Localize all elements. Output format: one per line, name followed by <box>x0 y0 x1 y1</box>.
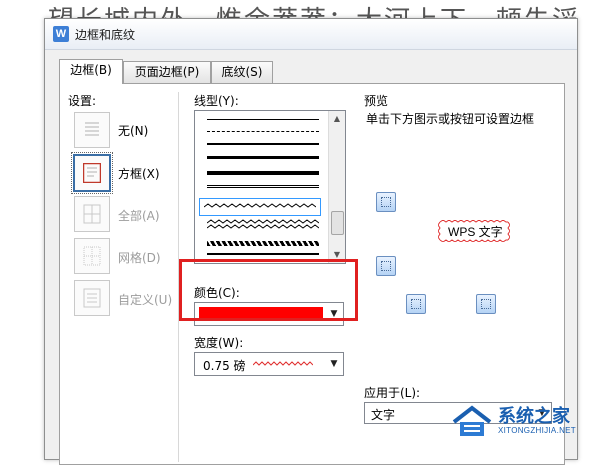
setting-none-label[interactable]: 无(N) <box>118 122 148 139</box>
setting-all-thumb[interactable] <box>74 196 110 232</box>
apply-to-label: 应用于(L): <box>364 386 421 400</box>
setting-custom-thumb[interactable] <box>74 280 110 316</box>
bottom-border-button[interactable] <box>376 256 396 276</box>
line-style-option[interactable] <box>207 131 319 133</box>
color-highlight-annotation <box>179 259 358 321</box>
line-style-scrollbar[interactable]: ▲ ▼ <box>328 111 345 263</box>
all-borders-icon <box>83 204 101 224</box>
preview-sample[interactable]: WPS 文字 <box>438 220 510 242</box>
dialog-title: 边框和底纹 <box>75 28 136 42</box>
borders-and-shading-dialog: W 边框和底纹 边框(B) 页面边框(P) 底纹(S) 设置: 无(N) 方框(… <box>44 18 578 465</box>
line-style-option[interactable] <box>207 241 319 246</box>
line-style-list[interactable]: ▲ ▼ <box>194 110 346 264</box>
top-border-button[interactable] <box>376 192 396 212</box>
custom-border-icon <box>83 288 101 308</box>
line-style-option[interactable] <box>207 171 319 175</box>
width-dropdown[interactable]: 0.75 磅 ▼ <box>194 352 344 376</box>
line-style-option[interactable] <box>207 156 319 159</box>
scroll-up-icon[interactable]: ▲ <box>329 111 345 127</box>
preview-hint: 单击下方图示或按钮可设置边框 <box>366 112 535 126</box>
double-wavy-line-icon[interactable] <box>207 219 319 231</box>
tab-shading[interactable]: 底纹(S) <box>211 61 273 83</box>
line-style-option[interactable] <box>207 253 319 255</box>
title-bar[interactable]: W 边框和底纹 <box>45 19 577 50</box>
width-label: 宽度(W): <box>194 336 244 350</box>
house-logo-icon <box>452 405 492 436</box>
width-value: 0.75 磅 <box>203 359 246 373</box>
preview-label: 预览 <box>364 94 389 108</box>
preview-sample-text: WPS 文字 <box>448 225 503 239</box>
left-border-button[interactable] <box>406 294 426 314</box>
line-style-option[interactable] <box>207 119 319 120</box>
setting-grid-thumb[interactable] <box>74 238 110 274</box>
line-style-selected-option[interactable] <box>199 198 321 216</box>
line-style-label: 线型(Y): <box>194 94 239 108</box>
setting-custom-label[interactable]: 自定义(U) <box>118 291 172 308</box>
apply-to-value: 文字 <box>371 408 396 422</box>
line-style-option[interactable] <box>207 185 319 188</box>
wps-writer-icon: W <box>53 26 69 42</box>
red-wavy-sample-icon <box>253 361 313 366</box>
setting-all-label[interactable]: 全部(A) <box>118 207 160 224</box>
scroll-thumb[interactable] <box>331 211 344 235</box>
setting-grid-label[interactable]: 网格(D) <box>118 249 161 266</box>
no-border-icon <box>85 122 99 136</box>
box-border-icon <box>83 163 101 183</box>
setting-box-label[interactable]: 方框(X) <box>118 165 160 182</box>
watermark-subtitle: XITONGZHIJIA.NET <box>498 426 576 435</box>
setting-none-thumb[interactable] <box>74 112 110 148</box>
grid-borders-icon <box>83 246 101 266</box>
site-watermark: 系统之家 XITONGZHIJIA.NET <box>448 400 598 446</box>
tab-borders[interactable]: 边框(B) <box>59 59 123 84</box>
line-style-option[interactable] <box>207 143 319 145</box>
dropdown-arrow-icon: ▼ <box>330 359 338 369</box>
watermark-title: 系统之家 <box>498 406 570 427</box>
settings-label: 设置: <box>68 94 97 108</box>
right-border-button[interactable] <box>476 294 496 314</box>
setting-box-thumb[interactable] <box>71 152 113 194</box>
tab-page-borders[interactable]: 页面边框(P) <box>123 61 211 83</box>
wavy-line-icon <box>204 203 316 208</box>
